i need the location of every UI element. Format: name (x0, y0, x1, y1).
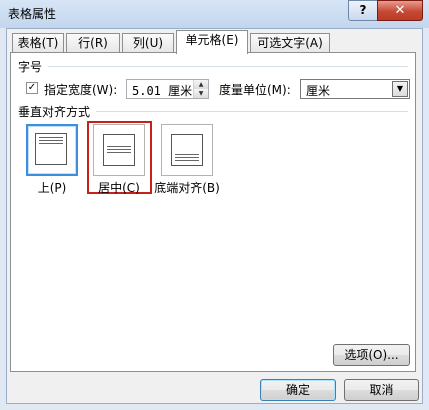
width-checkbox[interactable]: ✓ (26, 82, 38, 94)
width-checkbox-label: 指定宽度(W): (44, 83, 118, 97)
valign-bottom-label: 底端对齐(B) (154, 181, 220, 195)
options-button[interactable]: 选项(O)... (333, 344, 410, 366)
cancel-button[interactable]: 取消 (344, 379, 419, 401)
width-input-value: 5.01 厘米 (132, 84, 193, 98)
valign-bottom-icon (171, 134, 203, 166)
unit-select[interactable]: 厘米 ▼ (300, 79, 410, 99)
width-spinner: ▲ ▼ (193, 80, 208, 98)
valign-center-icon (103, 134, 135, 166)
chevron-down-icon[interactable]: ▼ (392, 81, 408, 97)
valign-top-option[interactable] (26, 124, 78, 176)
valign-center-option[interactable] (93, 124, 145, 176)
valign-top-label: 上(P) (37, 181, 67, 195)
valign-center-label: 居中(C) (98, 181, 140, 195)
ok-button[interactable]: 确定 (260, 379, 336, 401)
unit-label: 度量单位(M): (219, 83, 291, 97)
valign-group-divider (96, 111, 408, 112)
check-icon: ✓ (27, 82, 37, 93)
width-input[interactable]: 5.01 厘米 ▲ ▼ (126, 79, 209, 99)
valign-bottom-option[interactable] (161, 124, 213, 176)
spin-up-button[interactable]: ▲ (194, 80, 208, 89)
unit-select-value: 厘米 (306, 84, 331, 98)
spin-down-button[interactable]: ▼ (194, 89, 208, 98)
valign-group-header: 垂直对齐方式 (18, 105, 91, 119)
valign-top-icon (35, 133, 67, 165)
